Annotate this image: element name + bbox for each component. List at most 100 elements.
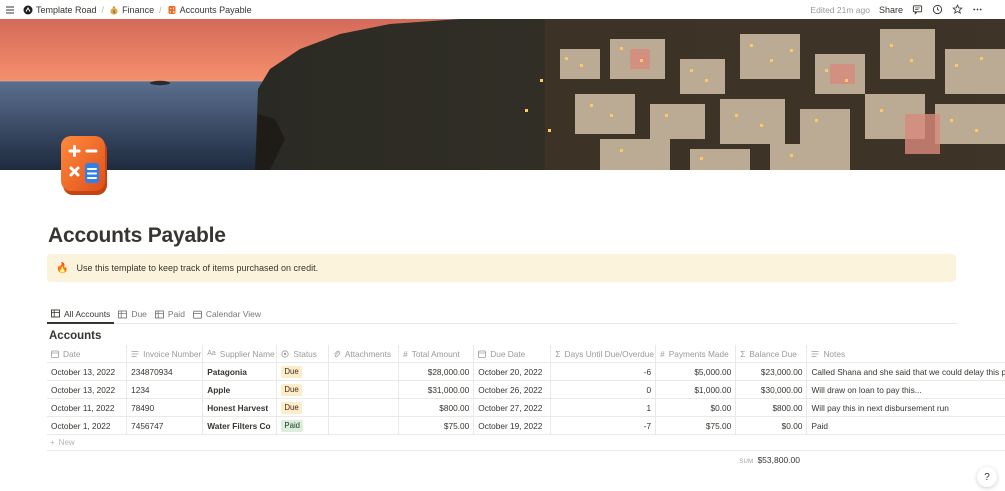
callout-block[interactable]: 🔥 Use this template to keep track of ite… [47,254,956,282]
cell-due-date[interactable]: October 26, 2022 [474,381,552,398]
cell-days-until-due[interactable]: 0 [551,381,657,398]
favorite-star-icon[interactable] [952,4,963,15]
cell-total-amount[interactable]: $800.00 [399,399,475,416]
cell-days-until-due[interactable]: 1 [551,399,657,416]
cell-attachments[interactable] [329,417,400,434]
cell-supplier[interactable]: Apple [203,381,278,398]
page-calculator-icon[interactable] [60,132,112,198]
cell-attachments[interactable] [329,399,400,416]
column-header-date[interactable]: Date [47,345,128,362]
cell-payments-made[interactable]: $1,000.00 [656,381,737,398]
tab-paid[interactable]: Paid [151,305,189,323]
cell-payments-made[interactable]: $0.00 [656,399,737,416]
cell-notes[interactable]: Called Shana and she said that we could … [807,363,1005,380]
accounts-table: Date Invoice Number Aa Supplier Name Sta… [47,345,1005,465]
breadcrumb-label: Accounts Payable [179,4,252,15]
number-hash-icon: # [403,348,408,359]
tab-calendar-view[interactable]: Calendar View [189,305,265,323]
tab-due[interactable]: Due [114,305,151,323]
tab-label: Calendar View [205,309,262,319]
column-header-notes[interactable]: Notes [807,345,1005,362]
cell-status[interactable]: Paid [277,417,329,434]
breadcrumb-item-finance[interactable]: $ Finance [107,5,156,15]
cell-invoice[interactable]: 1234 [127,381,204,398]
cell-payments-made[interactable]: $75.00 [656,417,737,434]
new-row-button[interactable]: + New [47,435,1005,451]
cell-date[interactable]: October 1, 2022 [47,417,128,434]
cell-supplier[interactable]: Water Filters Co [203,417,278,434]
breadcrumb: Template Road / $ Finance / Accounts Pay… [21,5,254,15]
cell-invoice[interactable]: 7456747 [127,417,204,434]
column-header-balance-due[interactable]: Σ Balance Due [736,345,808,362]
history-clock-icon[interactable] [932,4,943,15]
table-row[interactable]: October 13, 2022 234870934 Patagonia Due… [47,363,1005,381]
tab-label: Paid [167,309,185,319]
database-title[interactable]: Accounts [49,330,101,342]
breadcrumb-item-template-road[interactable]: Template Road [21,5,99,15]
share-button[interactable]: Share [879,5,903,15]
column-label: Total Amount [411,348,460,359]
top-bar-actions: Edited 21m ago Share [810,0,983,19]
breadcrumb-item-accounts-payable[interactable]: Accounts Payable [165,5,254,15]
calculator-icon [167,5,177,15]
cell-total-amount[interactable]: $28,000.00 [399,363,475,380]
hamburger-menu-icon[interactable] [1,0,19,19]
cell-due-date[interactable]: October 20, 2022 [474,363,552,380]
cell-invoice[interactable]: 78490 [127,399,204,416]
text-lines-icon [131,350,139,357]
cell-notes[interactable]: Will draw on loan to pay this... [807,381,1005,398]
comment-icon[interactable] [912,4,923,15]
cell-days-until-due[interactable]: -7 [551,417,657,434]
cell-date[interactable]: October 13, 2022 [47,363,128,380]
cell-notes[interactable]: Will pay this in next disbursement run [807,399,1005,416]
page-title[interactable]: Accounts Payable [48,224,226,248]
cell-status[interactable]: Due [277,363,329,380]
column-header-attachments[interactable]: Attachments [329,345,400,362]
column-label: Due Date [490,348,526,359]
column-header-status[interactable]: Status [277,345,329,362]
column-header-due-date[interactable]: Due Date [474,345,552,362]
cell-total-amount[interactable]: $75.00 [399,417,475,434]
cell-attachments[interactable] [329,363,400,380]
cover-image[interactable] [0,19,1005,170]
cell-status[interactable]: Due [277,399,329,416]
cell-status[interactable]: Due [277,381,329,398]
column-header-invoice[interactable]: Invoice Number [127,345,204,362]
cell-due-date[interactable]: October 19, 2022 [474,417,552,434]
column-header-total-amount[interactable]: # Total Amount [399,345,475,362]
cell-date[interactable]: October 13, 2022 [47,381,128,398]
table-row[interactable]: October 13, 2022 1234 Apple Due $31,000.… [47,381,1005,399]
tab-all-accounts[interactable]: All Accounts [47,305,115,324]
cell-balance-due[interactable]: $0.00 [736,417,808,434]
column-label: Payments Made [668,348,729,359]
column-label: Days Until Due/Overdue [564,348,654,359]
cell-balance-due[interactable]: $23,000.00 [736,363,808,380]
money-bag-icon: $ [109,5,119,15]
table-row[interactable]: October 1, 2022 7456747 Water Filters Co… [47,417,1005,435]
cell-attachments[interactable] [329,381,400,398]
cell-balance-due[interactable]: $800.00 [736,399,808,416]
balance-due-sum[interactable]: SUM $53,800.00 [739,455,800,465]
cell-due-date[interactable]: October 27, 2022 [474,399,552,416]
breadcrumb-separator: / [159,4,162,15]
cell-days-until-due[interactable]: -6 [551,363,657,380]
tab-label: All Accounts [64,308,111,319]
cell-invoice[interactable]: 234870934 [127,363,204,380]
help-button[interactable]: ? [977,467,997,487]
cell-supplier[interactable]: Honest Harvest [203,399,278,416]
cell-balance-due[interactable]: $30,000.00 [736,381,808,398]
column-label: Attachments [344,348,391,359]
table-row[interactable]: October 11, 2022 78490 Honest Harvest Du… [47,399,1005,417]
cell-payments-made[interactable]: $5,000.00 [656,363,737,380]
column-header-payments-made[interactable]: # Payments Made [656,345,737,362]
callout-text: Use this template to keep track of items… [76,263,319,273]
status-badge: Due [281,365,302,378]
column-header-days-until-due[interactable]: Σ Days Until Due/Overdue [551,345,657,362]
cell-date[interactable]: October 11, 2022 [47,399,128,416]
column-header-supplier[interactable]: Aa Supplier Name [203,345,278,362]
cell-supplier[interactable]: Patagonia [203,363,278,380]
column-label: Invoice Number [143,348,202,359]
cell-total-amount[interactable]: $31,000.00 [399,381,475,398]
more-options-icon[interactable] [972,4,983,15]
cell-notes[interactable]: Paid [807,417,1005,434]
